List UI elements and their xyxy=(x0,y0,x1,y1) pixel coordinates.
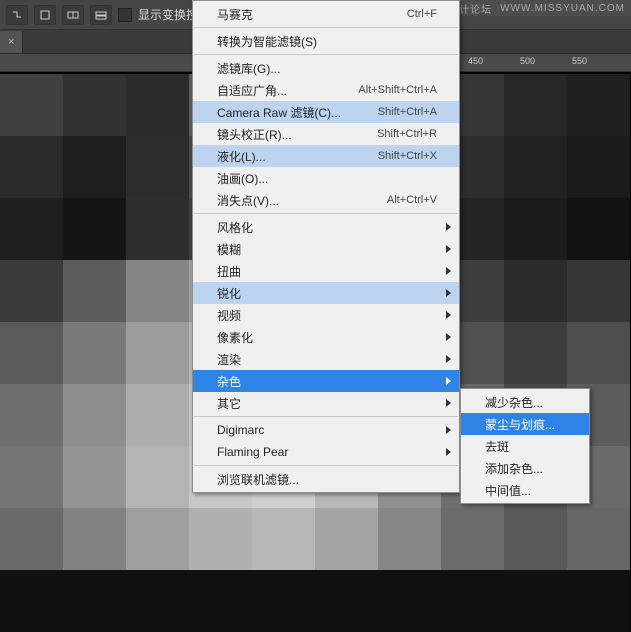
chevron-right-icon xyxy=(446,223,451,231)
menu-item-oil-paint[interactable]: 油画(O)... xyxy=(193,167,459,189)
align-icon-3[interactable] xyxy=(90,5,112,25)
forum-url: WWW.MISSYUAN.COM xyxy=(500,3,625,14)
menu-item-stylize[interactable]: 风格化 xyxy=(193,216,459,238)
chevron-right-icon xyxy=(446,333,451,341)
chevron-right-icon xyxy=(446,448,451,456)
noise-submenu: 减少杂色... 蒙尘与划痕... 去斑 添加杂色... 中间值... xyxy=(460,388,590,504)
show-transform-checkbox[interactable] xyxy=(118,8,132,22)
ruler-tick: 500 xyxy=(520,56,535,66)
document-tab[interactable]: × xyxy=(0,31,23,53)
menu-item-video[interactable]: 视频 xyxy=(193,304,459,326)
chevron-right-icon xyxy=(446,355,451,363)
chevron-right-icon xyxy=(446,311,451,319)
menu-item-blur[interactable]: 模糊 xyxy=(193,238,459,260)
menu-separator xyxy=(194,416,458,417)
ruler-tick: 550 xyxy=(572,56,587,66)
menu-item-flaming-pear[interactable]: Flaming Pear xyxy=(193,441,459,463)
menu-item-camera-raw[interactable]: Camera Raw 滤镜(C)... Shift+Ctrl+A xyxy=(193,101,459,123)
menu-item-filter-gallery[interactable]: 滤镜库(G)... xyxy=(193,57,459,79)
menu-item-sharpen[interactable]: 锐化 xyxy=(193,282,459,304)
align-icon-2[interactable] xyxy=(62,5,84,25)
filter-menu: 马赛克 Ctrl+F 转换为智能滤镜(S) 滤镜库(G)... 自适应广角...… xyxy=(192,0,460,493)
menu-item-digimarc[interactable]: Digimarc xyxy=(193,419,459,441)
menu-separator xyxy=(194,54,458,55)
chevron-right-icon xyxy=(446,289,451,297)
chevron-right-icon xyxy=(446,426,451,434)
menu-item-pixelate[interactable]: 像素化 xyxy=(193,326,459,348)
menu-item-other[interactable]: 其它 xyxy=(193,392,459,414)
menu-item-vanishing-point[interactable]: 消失点(V)... Alt+Ctrl+V xyxy=(193,189,459,211)
submenu-item-reduce-noise[interactable]: 减少杂色... xyxy=(461,391,589,413)
menu-item-render[interactable]: 渲染 xyxy=(193,348,459,370)
submenu-item-median[interactable]: 中间值... xyxy=(461,479,589,501)
align-icon-1[interactable] xyxy=(34,5,56,25)
chevron-right-icon xyxy=(446,399,451,407)
ruler-tick: 450 xyxy=(468,56,483,66)
chevron-right-icon xyxy=(446,245,451,253)
submenu-item-despeckle[interactable]: 去斑 xyxy=(461,435,589,457)
chevron-right-icon xyxy=(446,267,451,275)
menu-separator xyxy=(194,27,458,28)
menu-item-browse-online[interactable]: 浏览联机滤镜... xyxy=(193,468,459,490)
menu-item-adaptive-wide[interactable]: 自适应广角... Alt+Shift+Ctrl+A xyxy=(193,79,459,101)
menu-item-distort[interactable]: 扭曲 xyxy=(193,260,459,282)
chevron-right-icon xyxy=(446,377,451,385)
menu-item-liquify[interactable]: 液化(L)... Shift+Ctrl+X xyxy=(193,145,459,167)
tool-dropdown-icon[interactable] xyxy=(6,5,28,25)
menu-separator xyxy=(194,213,458,214)
menu-separator xyxy=(194,465,458,466)
menu-item-smart-filter[interactable]: 转换为智能滤镜(S) xyxy=(193,30,459,52)
tab-close-icon[interactable]: × xyxy=(8,36,14,48)
menu-item-noise[interactable]: 杂色 xyxy=(193,370,459,392)
submenu-item-add-noise[interactable]: 添加杂色... xyxy=(461,457,589,479)
submenu-item-dust-scratches[interactable]: 蒙尘与划痕... xyxy=(461,413,589,435)
menu-item-mosaic[interactable]: 马赛克 Ctrl+F xyxy=(193,3,459,25)
menu-item-lens-correction[interactable]: 镜头校正(R)... Shift+Ctrl+R xyxy=(193,123,459,145)
